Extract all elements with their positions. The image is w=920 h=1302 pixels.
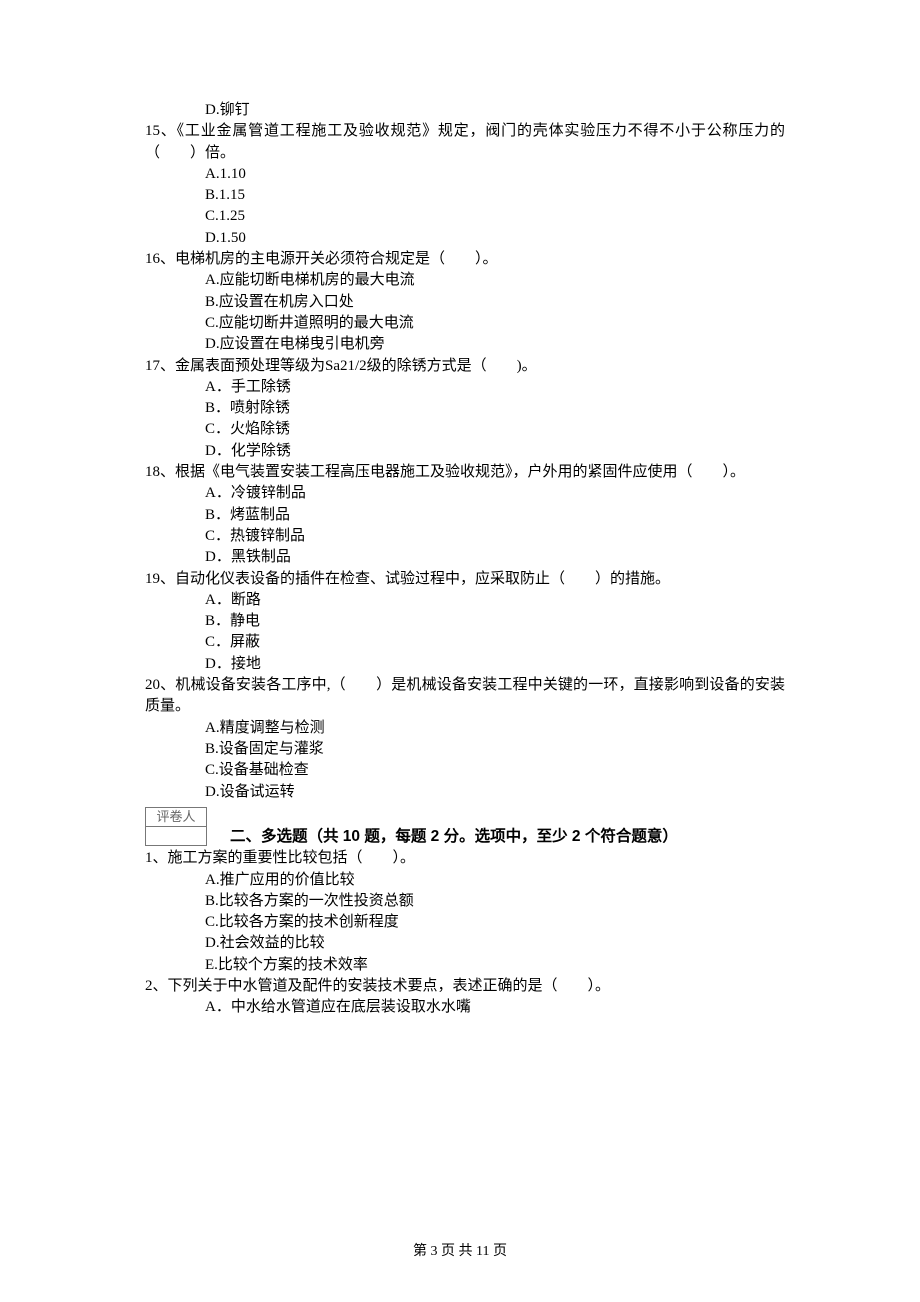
q20-option-d: D.设备试运转	[145, 782, 785, 803]
mq1-option-b: B.比较各方案的一次性投资总额	[145, 891, 785, 912]
q18-text: 18、根据《电气装置安装工程高压电器施工及验收规范》，户外用的紧固件应使用（ ）…	[145, 462, 785, 483]
q20-text: 20、机械设备安装各工序中,（ ）是机械设备安装工程中关键的一环，直接影响到设备…	[145, 675, 785, 718]
q19-option-b: B．静电	[145, 611, 785, 632]
mq1-text: 1、施工方案的重要性比较包括（ ）。	[145, 848, 785, 869]
q15-option-b: B.1.15	[145, 185, 785, 206]
q17-option-a: A．手工除锈	[145, 377, 785, 398]
q18-option-c: C．热镀锌制品	[145, 526, 785, 547]
q16-option-a: A.应能切断电梯机房的最大电流	[145, 270, 785, 291]
q19-option-c: C．屏蔽	[145, 632, 785, 653]
q15-option-d: D.1.50	[145, 228, 785, 249]
mq1-option-a: A.推广应用的价值比较	[145, 870, 785, 891]
mq1-option-c: C.比较各方案的技术创新程度	[145, 912, 785, 933]
q19-option-d: D．接地	[145, 654, 785, 675]
q19-text: 19、自动化仪表设备的插件在检查、试验过程中，应采取防止（ ）的措施。	[145, 569, 785, 590]
grader-label-cell: 评卷人	[146, 807, 207, 826]
q17-text: 17、金属表面预处理等级为Sa21/2级的除锈方式是（ )。	[145, 356, 785, 377]
grader-empty-cell	[146, 827, 207, 846]
q17-option-b: B．喷射除锈	[145, 398, 785, 419]
q20-option-b: B.设备固定与灌浆	[145, 739, 785, 760]
q18-option-d: D．黑铁制品	[145, 547, 785, 568]
page-footer: 第 3 页 共 11 页	[0, 1242, 920, 1262]
q14-option-d: D.铆钉	[145, 100, 785, 121]
q17-option-d: D．化学除锈	[145, 441, 785, 462]
mq2-option-a: A．中水给水管道应在底层装设取水水嘴	[145, 997, 785, 1018]
grader-box: 评卷人	[145, 807, 207, 846]
q20-option-c: C.设备基础检查	[145, 760, 785, 781]
q17-option-c: C．火焰除锈	[145, 419, 785, 440]
mq2-text: 2、下列关于中水管道及配件的安装技术要点，表述正确的是（ ）。	[145, 976, 785, 997]
q16-option-b: B.应设置在机房入口处	[145, 292, 785, 313]
q16-option-d: D.应设置在电梯曳引电机旁	[145, 334, 785, 355]
q15-option-a: A.1.10	[145, 164, 785, 185]
mq1-option-d: D.社会效益的比较	[145, 933, 785, 954]
q19-option-a: A．断路	[145, 590, 785, 611]
mq1-option-e: E.比较个方案的技术效率	[145, 955, 785, 976]
q18-option-b: B．烤蓝制品	[145, 505, 785, 526]
q18-option-a: A．冷镀锌制品	[145, 483, 785, 504]
q15-text: 15、《工业金属管道工程施工及验收规范》规定，阀门的壳体实验压力不得不小于公称压…	[145, 121, 785, 164]
q16-text: 16、电梯机房的主电源开关必须符合规定是（ ）。	[145, 249, 785, 270]
q15-option-c: C.1.25	[145, 206, 785, 227]
section-2-title: 二、多选题（共 10 题，每题 2 分。选项中，至少 2 个符合题意）	[230, 826, 785, 848]
q16-option-c: C.应能切断井道照明的最大电流	[145, 313, 785, 334]
page-container: D.铆钉 15、《工业金属管道工程施工及验收规范》规定，阀门的壳体实验压力不得不…	[0, 0, 920, 1302]
q20-option-a: A.精度调整与检测	[145, 718, 785, 739]
